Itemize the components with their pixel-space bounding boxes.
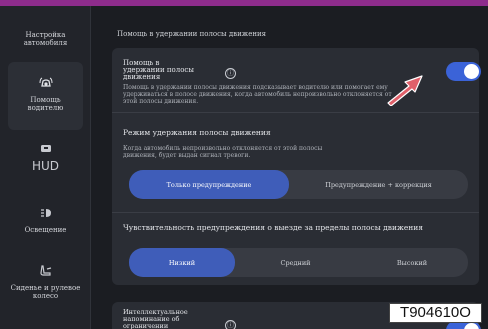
main-panel: Помощь в удержании полосы движения Помощ…: [92, 6, 488, 329]
toggle-knob: [464, 64, 479, 79]
driver-assist-icon: [39, 77, 52, 87]
figure-code-label: T904610O: [389, 303, 482, 323]
divider: [112, 112, 479, 113]
sidebar-item-label: HUD: [31, 159, 60, 173]
sensitivity-segmented-control: Низкий Средний Высокий: [129, 248, 468, 277]
sensitivity-option-high[interactable]: Высокий: [356, 248, 468, 277]
toggle-knob: [464, 323, 479, 329]
lane-assist-title: Помощь в удержании полосы движения: [123, 59, 194, 81]
mode-title: Режим удержания полосы движения: [123, 128, 271, 137]
speed-limit-title: Интеллектуальное напоминание об ограниче…: [123, 308, 188, 329]
mode-segmented-control: Только предупреждение Предупреждение + к…: [129, 170, 468, 199]
info-icon[interactable]: ⓘ: [225, 68, 236, 79]
divider: [112, 212, 479, 213]
sidebar-item-label: Освещение: [24, 226, 67, 234]
sensitivity-title: Чувствительность предупреждения о выезде…: [123, 223, 424, 232]
sidebar-item-hud[interactable]: HUD: [0, 142, 91, 173]
sidebar: Настройка автомобиля Помощь водителю HUD…: [0, 6, 91, 329]
sidebar-item-label: Настройка автомобиля: [23, 31, 68, 47]
sidebar-item-driver-assist[interactable]: Помощь водителю: [8, 62, 83, 130]
seat-icon: [39, 265, 51, 276]
sidebar-item-label: Сиденье и рулевое колесо: [10, 284, 81, 300]
mode-option-warning-only[interactable]: Только предупреждение: [129, 170, 289, 199]
sidebar-item-lighting[interactable]: Освещение: [0, 206, 91, 234]
info-icon[interactable]: ⓘ: [225, 320, 236, 329]
sensitivity-option-low[interactable]: Низкий: [129, 248, 235, 277]
sidebar-item-seat-wheel[interactable]: Сиденье и рулевое колесо: [0, 264, 91, 300]
sidebar-item-vehicle-settings[interactable]: Настройка автомобиля: [0, 31, 91, 47]
mode-option-warning-correction[interactable]: Предупреждение + коррекция: [289, 170, 468, 199]
sensitivity-option-medium[interactable]: Средний: [235, 248, 356, 277]
mode-description: Когда автомобиль непроизвольно отклоняет…: [123, 145, 323, 159]
lane-assist-toggle[interactable]: [446, 62, 481, 81]
page-title: Помощь в удержании полосы движения: [117, 30, 267, 38]
pointer-arrow-icon: [387, 75, 423, 106]
lane-assist-description: Помощь в удержании полосы движения подск…: [123, 84, 392, 105]
headlight-icon: [40, 209, 51, 217]
sidebar-item-label: Помощь водителю: [27, 96, 64, 112]
hud-icon: [40, 145, 51, 152]
